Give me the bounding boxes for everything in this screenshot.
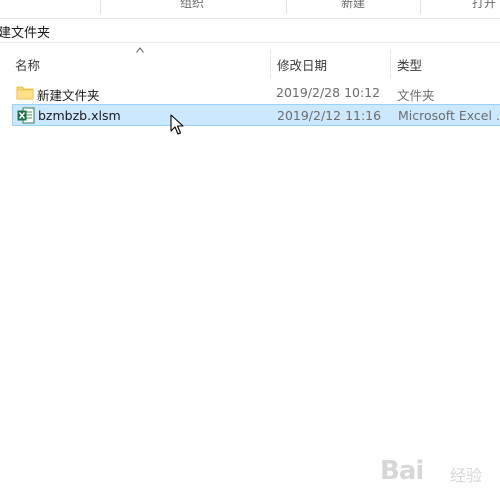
file-type: Microsoft Excel ... (398, 108, 500, 123)
folder-icon (16, 86, 34, 100)
column-header-type[interactable]: 类型 (391, 44, 500, 80)
column-header-name-label: 名称 (15, 58, 41, 73)
file-date: 2019/2/12 11:16 (277, 108, 382, 123)
column-header-name[interactable]: 名称 (0, 44, 270, 80)
ribbon-group-open[interactable]: 打开 (420, 0, 500, 14)
file-date: 2019/2/28 10:12 (276, 85, 381, 100)
file-explorer-window: 组织 新建 打开 建文件夹 名称 修改日期 类型 新建文件夹 2019/2/28… (0, 0, 500, 500)
watermark-text: Bai (380, 456, 424, 486)
breadcrumb[interactable]: 建文件夹 (0, 22, 50, 41)
excel-file-icon (17, 107, 35, 124)
file-row-folder[interactable]: 新建文件夹 2019/2/28 10:12 文件夹 (12, 82, 500, 104)
ribbon-group-new[interactable]: 新建 (286, 0, 421, 14)
address-bar[interactable]: 建文件夹 (0, 19, 500, 43)
column-header-date[interactable]: 修改日期 (271, 44, 390, 80)
file-row-xlsm[interactable]: bzmbzb.xlsm 2019/2/12 11:16 Microsoft Ex… (12, 104, 500, 126)
watermark-subtext: 经验 (450, 466, 483, 485)
column-header-date-label: 修改日期 (277, 58, 328, 73)
ribbon-group-spacer (0, 0, 101, 14)
ribbon-group-labels: 组织 新建 打开 (0, 0, 500, 19)
column-header-row: 名称 修改日期 类型 (0, 44, 500, 80)
mouse-cursor-icon (170, 114, 184, 135)
file-name: 新建文件夹 (37, 88, 100, 103)
ribbon-group-organize[interactable]: 组织 (100, 0, 287, 14)
file-type: 文件夹 (397, 88, 435, 103)
ribbon-group-label: 组织 (180, 0, 205, 10)
file-name: bzmbzb.xlsm (38, 108, 121, 123)
watermark-logo: Bai 经验 (380, 452, 490, 492)
ribbon-group-label: 新建 (341, 0, 366, 10)
column-header-type-label: 类型 (397, 58, 423, 73)
ribbon-group-label: 打开 (472, 0, 497, 10)
